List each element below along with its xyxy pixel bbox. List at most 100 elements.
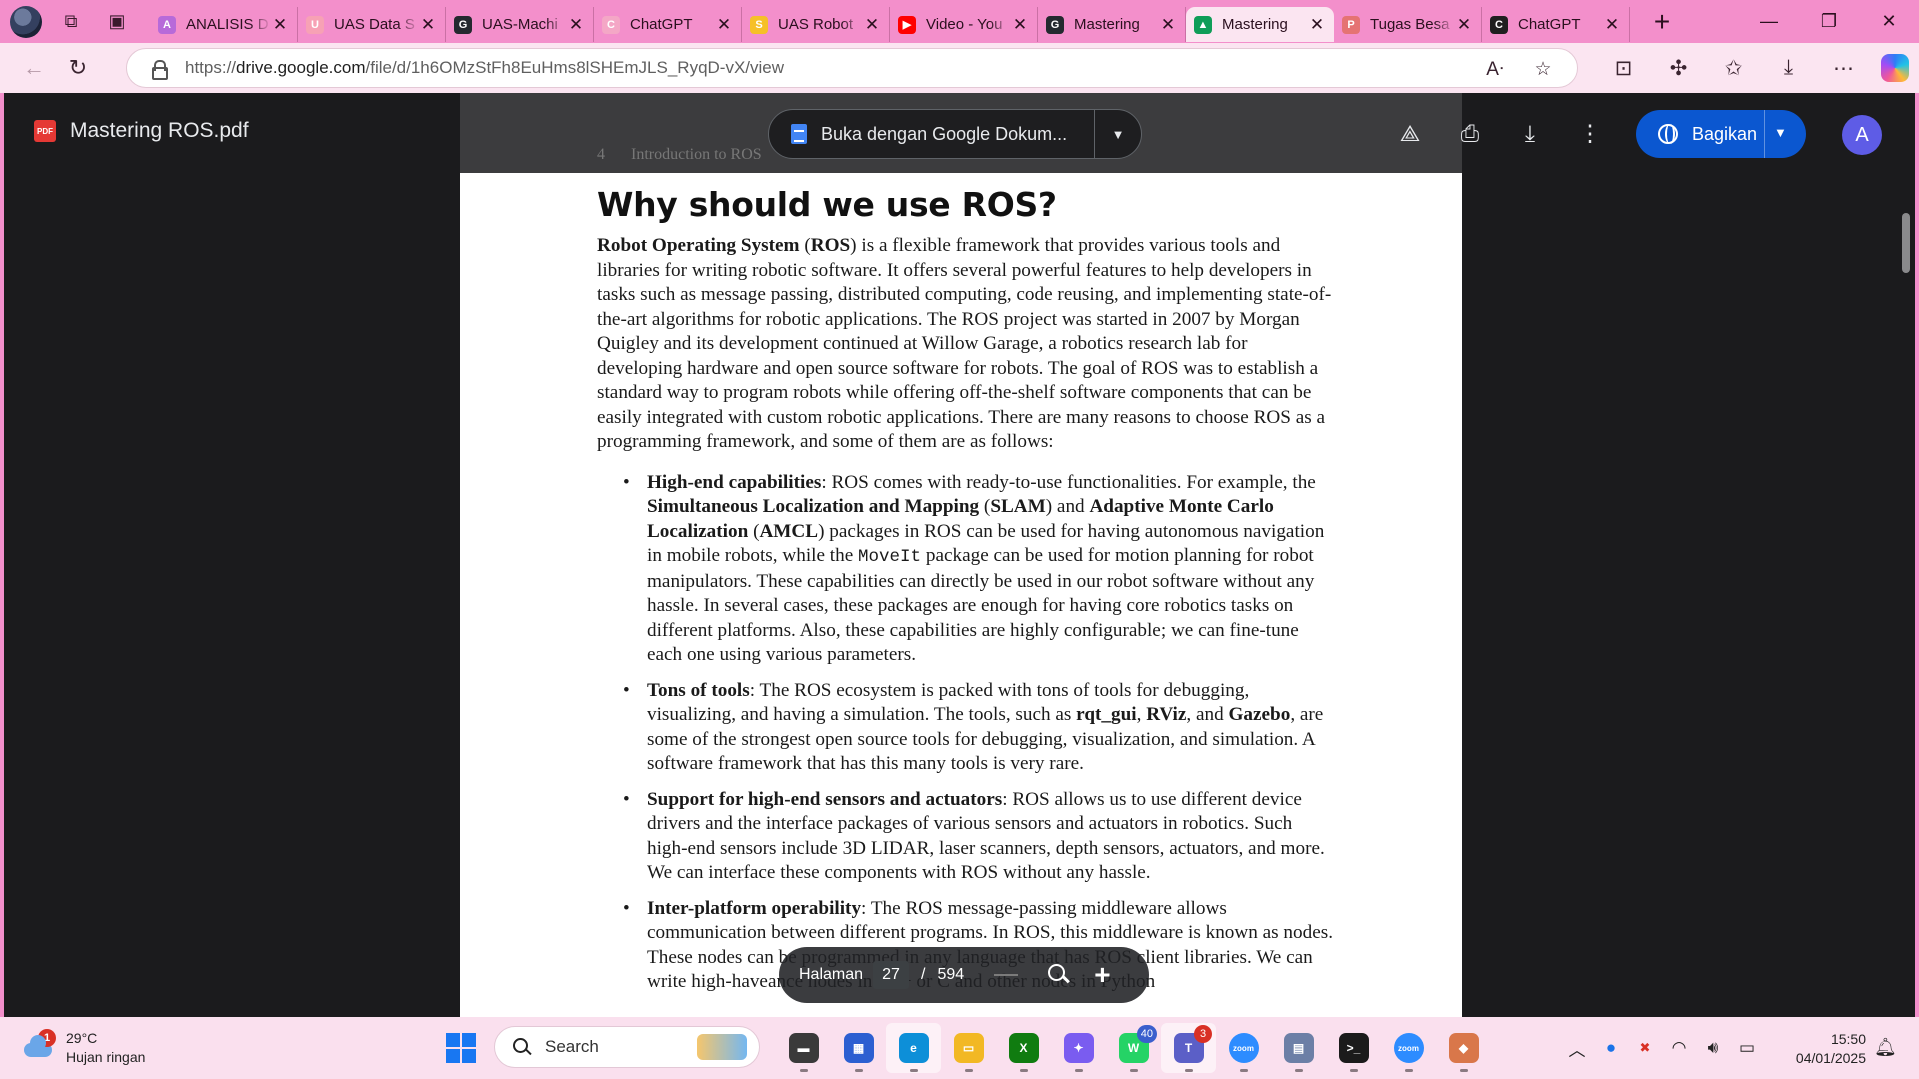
battery-icon[interactable]: ▭ [1730, 1038, 1764, 1058]
taskbar-app-copilot[interactable]: ✦ [1051, 1023, 1106, 1073]
running-indicator [1075, 1069, 1083, 1072]
volume-icon[interactable]: 🔊︎ [1696, 1038, 1730, 1058]
close-window-icon[interactable]: ✕ [1859, 0, 1919, 43]
browser-tab[interactable]: ▶ Video - You ✕ [890, 7, 1038, 42]
running-indicator [965, 1069, 973, 1072]
share-divider [1764, 110, 1765, 158]
open-with-dropdown-icon[interactable]: ▼ [1095, 127, 1141, 142]
browser-tab[interactable]: G UAS-Machi ✕ [446, 7, 594, 42]
browser-tab[interactable]: P Tugas Besa ✕ [1334, 7, 1482, 42]
back-button[interactable]: ← [14, 48, 54, 88]
browser-tab[interactable]: U UAS Data S ✕ [298, 7, 446, 42]
tab-title: Mastering [1074, 16, 1140, 33]
intro-paragraph: Robot Operating System (ROS) is a flexib… [597, 235, 1332, 452]
taskbar-app-teams[interactable]: T3 [1161, 1023, 1216, 1073]
browser-tab[interactable]: C ChatGPT ✕ [594, 7, 742, 42]
file-title: PDF Mastering ROS.pdf [34, 119, 249, 143]
page-total: 594 [937, 966, 965, 983]
taskbar-app-xbox[interactable]: X [996, 1023, 1051, 1073]
taskbar-app-store[interactable]: ▦ [831, 1023, 886, 1073]
clock[interactable]: 15:50 04/01/2025 [1782, 1030, 1866, 1068]
show-hidden-icons-icon[interactable]: ︿ [1560, 1036, 1594, 1061]
taskbar-app-app-box[interactable]: ◆ [1436, 1023, 1491, 1073]
notifications-icon[interactable]: 🔔︎ [1874, 1037, 1897, 1058]
tab-title: Video - You [926, 16, 1003, 33]
weather-widget[interactable]: 1 29°C Hujan ringan [20, 1029, 145, 1067]
site-info-icon[interactable] [149, 59, 168, 80]
profile-avatar[interactable] [10, 5, 42, 38]
taskbar-app-edge[interactable]: e [886, 1023, 941, 1073]
tab-favicon-icon: A [158, 15, 176, 34]
more-menu-icon[interactable]: ⋯ [1816, 43, 1871, 93]
tab-close-icon[interactable]: ✕ [271, 15, 289, 35]
taskbar-app-file-viewer[interactable]: ▬ [776, 1023, 831, 1073]
browser-tab[interactable]: ▲ Mastering ✕ [1186, 7, 1334, 42]
download-icon[interactable]: ⤓ [1500, 115, 1560, 151]
open-with-button[interactable]: Buka dengan Google Dokum... ▼ [768, 109, 1142, 159]
tray-status-icon[interactable]: ✖ [1628, 1040, 1662, 1056]
taskbar-app-zoom[interactable]: zoom [1216, 1023, 1271, 1073]
zoom-out-button[interactable] [994, 974, 1019, 976]
share-label: Bagikan [1692, 123, 1758, 144]
browser-tab[interactable]: C ChatGPT ✕ [1482, 7, 1630, 42]
workspaces-icon[interactable]: ⧉ [54, 5, 88, 39]
taskbar-app-zoom-2[interactable]: zoom [1381, 1023, 1436, 1073]
weather-badge: 1 [38, 1029, 56, 1047]
tab-close-icon[interactable]: ✕ [1011, 15, 1029, 35]
screenshot-icon[interactable]: ⊡ [1596, 43, 1651, 93]
page-label: Halaman [799, 966, 864, 983]
browser-tab[interactable]: A ANALISIS D ✕ [150, 7, 298, 42]
tab-close-icon[interactable]: ✕ [863, 15, 881, 35]
reload-button[interactable]: ↻ [58, 48, 98, 88]
favorite-star-icon[interactable]: ☆ [1519, 58, 1567, 81]
more-actions-icon[interactable]: ⋮ [1560, 115, 1620, 151]
taskbar-app-app-tool[interactable]: ▤ [1271, 1023, 1326, 1073]
tray-app-icon[interactable]: ● [1594, 1038, 1628, 1058]
tab-close-icon[interactable]: ✕ [419, 15, 437, 35]
pdf-content: Why should we use ROS? Robot Operating S… [597, 185, 1337, 1006]
print-icon[interactable]: ⎙ [1440, 115, 1500, 151]
copilot-icon[interactable] [1881, 54, 1909, 82]
tab-title: ChatGPT [630, 16, 693, 33]
tab-close-icon[interactable]: ✕ [567, 15, 585, 35]
browser-tab[interactable]: S UAS Robot ✕ [742, 7, 890, 42]
tab-close-icon[interactable]: ✕ [715, 15, 733, 35]
account-avatar[interactable]: A [1842, 115, 1882, 155]
running-indicator [1460, 1069, 1468, 1072]
viewer-actions: ⟁ ⎙ ⤓ ⋮ [1380, 115, 1620, 151]
minimize-icon[interactable]: — [1739, 0, 1799, 43]
scrollbar-thumb[interactable] [1902, 213, 1910, 273]
restore-icon[interactable]: ❐ [1799, 0, 1859, 43]
toolbar-actions: ⊡ ✣ ✩ ⤓ ⋯ [1596, 43, 1919, 93]
downloads-icon[interactable]: ⤓ [1761, 43, 1816, 93]
add-to-drive-icon[interactable]: ⟁ [1380, 115, 1440, 151]
page-number-input[interactable]: 27 [873, 961, 910, 989]
browser-tab[interactable]: G Mastering ✕ [1038, 7, 1186, 42]
wifi-icon[interactable]: ◠ [1662, 1038, 1696, 1058]
extensions-icon[interactable]: ✣ [1651, 43, 1706, 93]
tab-close-icon[interactable]: ✕ [1603, 15, 1621, 35]
edge-icon: e [898, 1033, 929, 1063]
running-indicator [1295, 1069, 1303, 1072]
url-text[interactable]: https://drive.google.com/file/d/1h6OMzSt… [185, 58, 784, 78]
tab-close-icon[interactable]: ✕ [1455, 15, 1473, 35]
clock-time: 15:50 [1830, 1031, 1866, 1047]
weather-desc: Hujan ringan [66, 1049, 146, 1065]
new-tab-button[interactable]: + [1644, 4, 1680, 40]
taskbar-app-file-explorer[interactable]: ▭ [941, 1023, 996, 1073]
browser-tab-strip: ⧉ ▣ A ANALISIS D ✕ U UAS Data S ✕ G UAS-Machi ✕ C… [0, 0, 1919, 43]
tab-close-icon[interactable]: ✕ [1308, 15, 1326, 35]
tab-actions-icon[interactable]: ▣ [100, 5, 134, 39]
tab-close-icon[interactable]: ✕ [1159, 15, 1177, 35]
taskbar-app-terminal[interactable]: >_ [1326, 1023, 1381, 1073]
zoom-in-button[interactable]: + [1094, 959, 1110, 991]
taskbar-search[interactable]: Search [494, 1026, 760, 1068]
start-button[interactable] [446, 1033, 476, 1063]
read-aloud-icon[interactable]: A͏ᐧ [1471, 58, 1519, 81]
share-button[interactable]: Bagikan ▼ [1636, 110, 1806, 158]
share-dropdown-icon[interactable]: ▼ [1774, 125, 1787, 140]
address-bar[interactable]: https://drive.google.com/file/d/1h6OMzSt… [126, 48, 1578, 88]
taskbar-app-whatsapp[interactable]: W 40 [1106, 1023, 1161, 1073]
favorites-icon[interactable]: ✩ [1706, 43, 1761, 93]
zoom-icon[interactable] [1048, 964, 1070, 986]
